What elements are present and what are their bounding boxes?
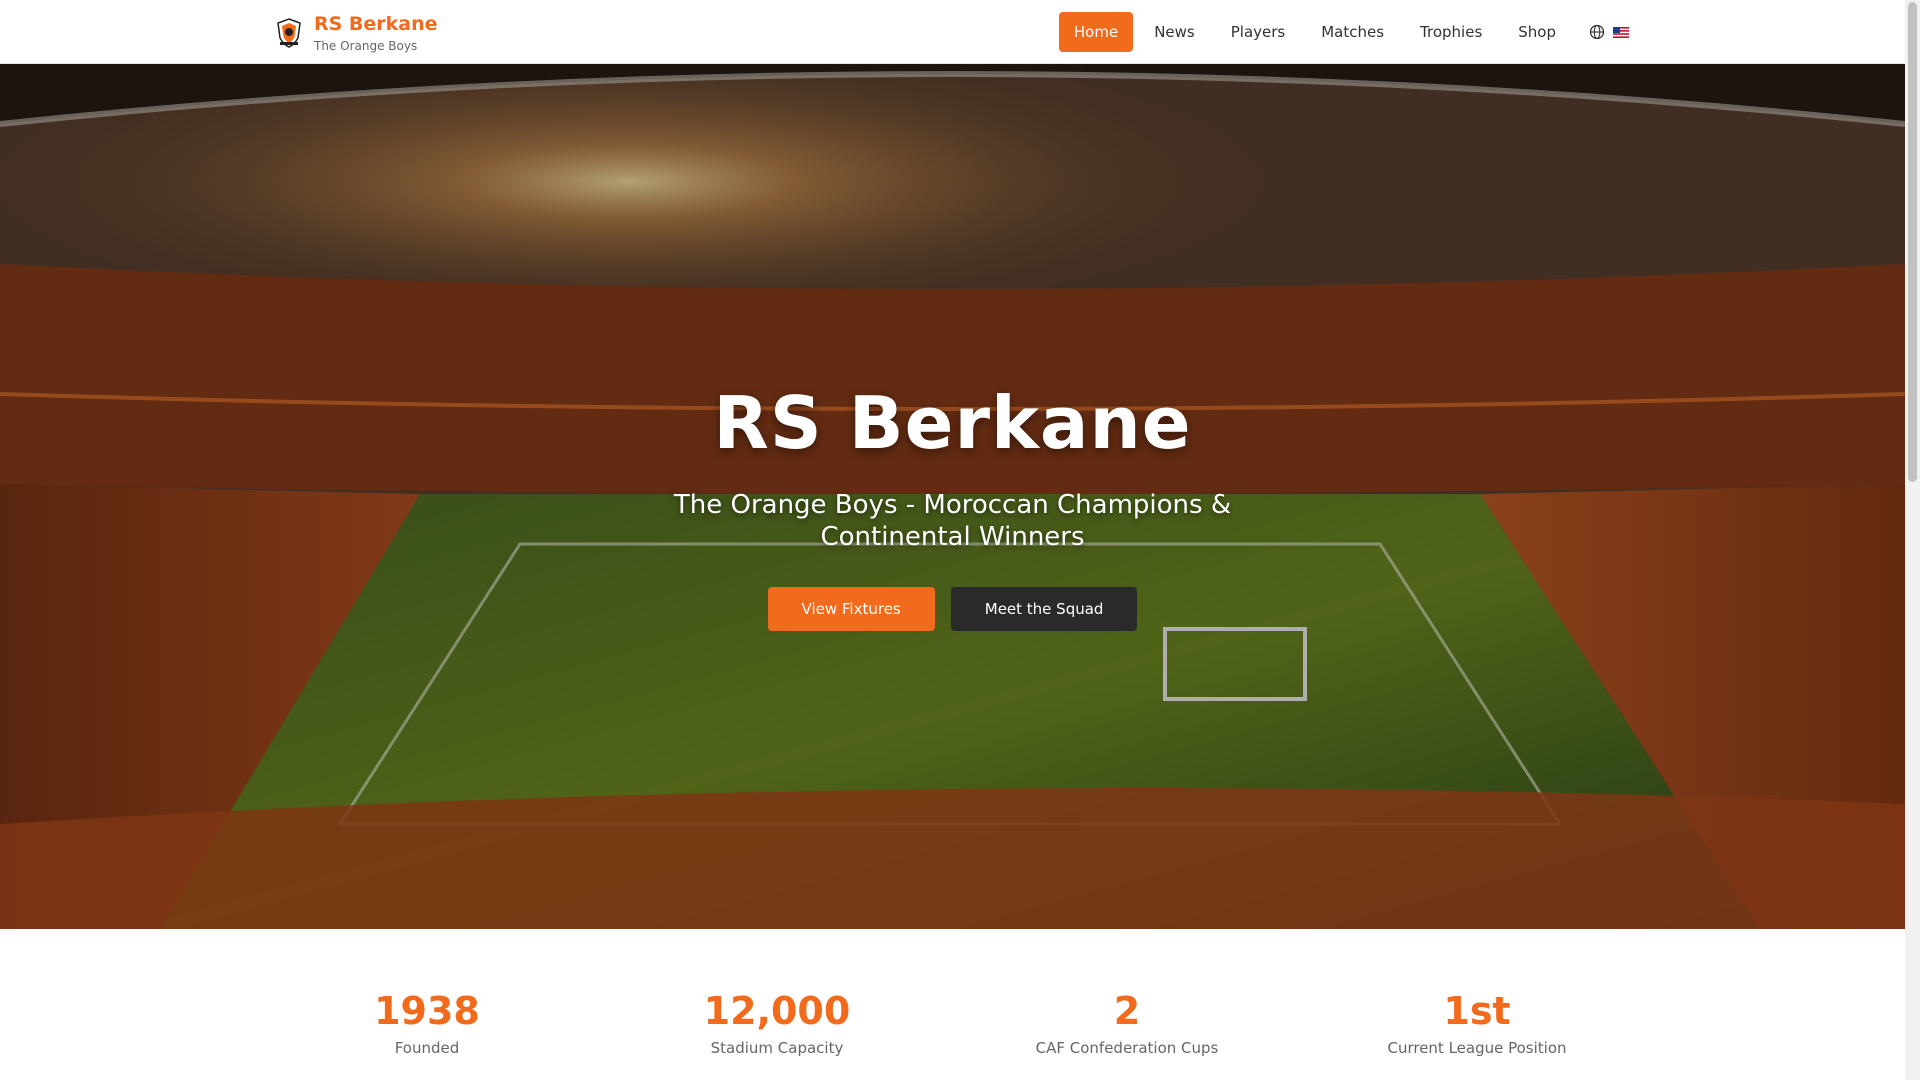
stat-label: CAF Confederation Cups (1035, 1039, 1219, 1057)
hero-content: RS Berkane The Orange Boys - Moroccan Ch… (0, 64, 1905, 929)
stat-value: 1938 (374, 989, 480, 1033)
stat-label: Stadium Capacity (710, 1039, 844, 1057)
nav-players[interactable]: Players (1216, 12, 1301, 52)
hero-section: RS Berkane The Orange Boys - Moroccan Ch… (0, 64, 1905, 929)
hero-title: RS Berkane (713, 380, 1192, 465)
globe-icon (1589, 24, 1605, 40)
site-header: RS Berkane The Orange Boys Home News Pla… (0, 0, 1905, 64)
page: RS Berkane The Orange Boys Home News Pla… (0, 0, 1905, 1080)
stat-value: 2 (1113, 989, 1141, 1033)
view-fixtures-button[interactable]: View Fixtures (767, 586, 935, 631)
stat-founded: 1938 Founded (287, 989, 567, 1057)
nav-home[interactable]: Home (1058, 12, 1134, 52)
main-nav: Home News Players Matches Trophies Shop (1058, 12, 1629, 52)
page-scrollbar[interactable] (1905, 0, 1920, 1080)
stats-section: 1938 Founded 12,000 Stadium Capacity 2 C… (0, 929, 1905, 1080)
stat-caf-cups: 2 CAF Confederation Cups (987, 989, 1267, 1057)
meet-the-squad-button[interactable]: Meet the Squad (950, 586, 1138, 631)
nav-shop[interactable]: Shop (1503, 12, 1571, 52)
hero-buttons: View Fixtures Meet the Squad (767, 586, 1138, 631)
stat-label: Current League Position (1387, 1039, 1567, 1057)
language-selector[interactable] (1589, 12, 1629, 52)
hero-subtitle: The Orange Boys - Moroccan Champions & C… (673, 489, 1232, 552)
nav-matches[interactable]: Matches (1306, 12, 1399, 52)
brand-name: RS Berkane (314, 13, 438, 35)
stat-value: 1st (1443, 989, 1511, 1033)
brand[interactable]: RS Berkane The Orange Boys (276, 12, 438, 54)
stat-stadium-capacity: 12,000 Stadium Capacity (637, 989, 917, 1057)
scrollbar-thumb[interactable] (1908, 2, 1917, 482)
nav-trophies[interactable]: Trophies (1405, 12, 1497, 52)
nav-news[interactable]: News (1139, 12, 1210, 52)
club-crest-icon (277, 18, 301, 48)
brand-tagline: The Orange Boys (314, 39, 418, 53)
stat-league-position: 1st Current League Position (1337, 989, 1617, 1057)
us-flag-icon (1613, 26, 1629, 38)
stat-value: 12,000 (703, 989, 851, 1033)
stat-label: Founded (394, 1039, 460, 1057)
